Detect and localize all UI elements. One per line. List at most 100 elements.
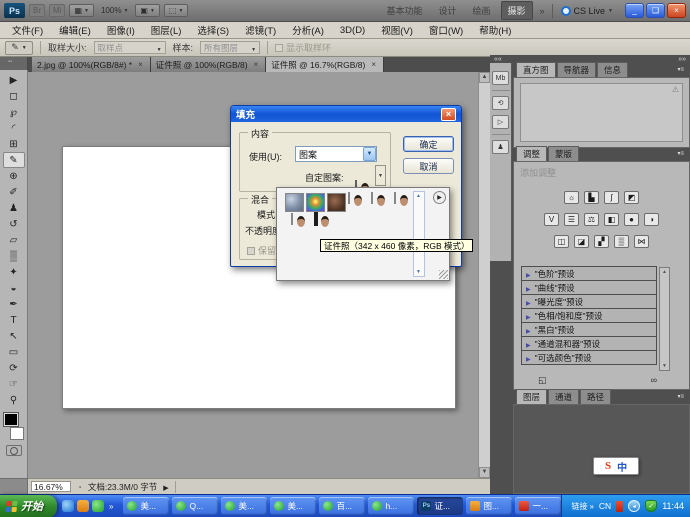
- taskbar-button-6[interactable]: h...: [368, 497, 414, 515]
- panel-switch-icon[interactable]: [538, 375, 547, 386]
- taskbar-button-3[interactable]: 美...: [221, 497, 267, 515]
- vibrance-icon[interactable]: V: [544, 213, 559, 226]
- rock-pattern[interactable]: [327, 193, 346, 212]
- history-icon[interactable]: ⟲: [492, 96, 509, 110]
- mini-bridge-button[interactable]: Mi: [49, 4, 65, 17]
- view-extras-button[interactable]: ▦: [69, 4, 94, 17]
- minimize-button[interactable]: _: [625, 3, 644, 18]
- menu-view[interactable]: 视图(V): [373, 21, 421, 39]
- history-brush-tool[interactable]: ↺: [3, 216, 25, 232]
- tab-navigator[interactable]: 导航器: [557, 62, 597, 77]
- tab-paths[interactable]: 路径: [580, 389, 611, 404]
- taskbar-button-9[interactable]: 一...: [515, 497, 561, 515]
- tray-app-icon[interactable]: [616, 501, 623, 512]
- menu-help[interactable]: 帮助(H): [471, 21, 519, 39]
- sample-dropdown[interactable]: 所有图层: [200, 41, 260, 54]
- sample-size-dropdown[interactable]: 取样点: [94, 41, 166, 54]
- status-zoom-input[interactable]: 16.67%: [31, 481, 71, 492]
- lasso-tool[interactable]: ℘: [3, 104, 25, 120]
- ie-quicklaunch-icon[interactable]: [62, 500, 74, 512]
- hue-saturation-icon[interactable]: ☰: [564, 213, 579, 226]
- close-button[interactable]: ×: [667, 3, 686, 18]
- zoom-level-dropdown[interactable]: 100%: [98, 5, 131, 16]
- expand-triangle-icon[interactable]: [526, 311, 531, 321]
- restore-button[interactable]: ❏: [646, 3, 665, 18]
- quick-selection-tool[interactable]: ◜: [3, 120, 25, 136]
- resize-grip-icon[interactable]: [439, 270, 448, 279]
- rectangle-tool[interactable]: ▭: [3, 344, 25, 360]
- hide-icons-button[interactable]: [628, 500, 640, 512]
- tab-masks[interactable]: 蒙版: [548, 146, 579, 161]
- taskbar-button-1[interactable]: 美...: [123, 497, 169, 515]
- marquee-tool[interactable]: ◻: [3, 88, 25, 104]
- curves-icon[interactable]: ʃ: [604, 191, 619, 204]
- workspace-essentials-button[interactable]: 基本功能: [380, 2, 428, 19]
- toolbox-header[interactable]: [0, 57, 28, 70]
- eyedropper-tool[interactable]: ✎: [3, 152, 25, 168]
- preset-channel-mixer[interactable]: "通道混和器"预设: [521, 336, 657, 351]
- expand-triangle-icon[interactable]: [526, 269, 531, 279]
- taskbar-button-8[interactable]: 图...: [466, 497, 512, 515]
- zoom-tool[interactable]: ⚲: [3, 392, 25, 408]
- tab-close-icon[interactable]: ×: [136, 59, 145, 70]
- photo-filter-icon[interactable]: ●: [624, 213, 639, 226]
- dock-expand-icon[interactable]: »»: [678, 56, 686, 63]
- cs-live-button[interactable]: CS Live: [557, 6, 617, 16]
- id-photo-pattern-selected[interactable]: [314, 212, 318, 226]
- brightness-contrast-icon[interactable]: ☼: [564, 191, 579, 204]
- expand-triangle-icon[interactable]: [526, 283, 531, 293]
- workspace-overflow-button[interactable]: »: [537, 6, 548, 16]
- id-photo-pattern-1[interactable]: [348, 192, 350, 204]
- clouds-pattern[interactable]: [285, 193, 304, 212]
- language-indicator[interactable]: CN: [599, 501, 611, 511]
- dock-collapse-icon[interactable]: ««: [494, 56, 502, 63]
- invert-icon[interactable]: ◫: [554, 235, 569, 248]
- workspace-photography-button[interactable]: 摄影: [501, 1, 533, 20]
- start-button[interactable]: 开始: [0, 495, 57, 517]
- pattern-picker-arrow-icon[interactable]: [375, 165, 386, 186]
- links-toolbar[interactable]: 链接»: [571, 501, 593, 512]
- clone-stamp-tool[interactable]: ♟: [3, 200, 25, 216]
- quick-mask-button[interactable]: [6, 445, 22, 456]
- preset-curves[interactable]: "曲线"预设: [521, 280, 657, 295]
- security-shield-icon[interactable]: [645, 500, 657, 512]
- clone-source-icon[interactable]: ♟: [492, 140, 509, 154]
- scroll-down-icon[interactable]: [479, 467, 490, 478]
- ime-indicator[interactable]: S 中: [593, 457, 639, 475]
- preset-levels[interactable]: "色阶"预设: [521, 266, 657, 281]
- black-white-icon[interactable]: ◧: [604, 213, 619, 226]
- taskbar-button-photoshop[interactable]: Ps证...: [417, 497, 463, 515]
- arrange-documents-button[interactable]: ▣: [135, 4, 160, 17]
- taskbar-button-5[interactable]: 百...: [319, 497, 365, 515]
- animation-icon[interactable]: ▷: [492, 115, 509, 129]
- menu-edit[interactable]: 编辑(E): [51, 21, 99, 39]
- workspace-painting-button[interactable]: 绘画: [466, 2, 496, 19]
- preset-hue-saturation[interactable]: "色相/饱和度"预设: [521, 308, 657, 323]
- tie-dye-pattern[interactable]: [306, 193, 325, 212]
- preset-black-white[interactable]: "黑白"预设: [521, 322, 657, 337]
- levels-icon[interactable]: ▙: [584, 191, 599, 204]
- crop-tool[interactable]: ⊞: [3, 136, 25, 152]
- foreground-color-swatch[interactable]: [4, 413, 18, 426]
- preset-exposure[interactable]: "曝光度"预设: [521, 294, 657, 309]
- id-photo-pattern-2[interactable]: [371, 192, 373, 204]
- taskbar-button-4[interactable]: 美...: [270, 497, 316, 515]
- selective-color-icon[interactable]: ⋈: [634, 235, 649, 248]
- expand-triangle-icon[interactable]: [526, 325, 531, 335]
- eyedropper-preset-button[interactable]: ✎: [5, 41, 33, 55]
- quicklaunch-overflow-icon[interactable]: »: [107, 502, 115, 511]
- cancel-button[interactable]: 取消: [403, 158, 454, 174]
- fill-dialog-title-bar[interactable]: 填充 ×: [231, 106, 461, 122]
- gradient-map-icon[interactable]: ▒: [614, 235, 629, 248]
- panel-clip-icon[interactable]: [651, 375, 657, 385]
- dropdown-arrow-icon[interactable]: [363, 147, 376, 161]
- menu-analysis[interactable]: 分析(A): [284, 21, 332, 39]
- tab-close-icon[interactable]: ×: [252, 59, 261, 70]
- media-quicklaunch-icon[interactable]: [77, 500, 89, 512]
- menu-filter[interactable]: 滤镜(T): [237, 21, 284, 39]
- id-photo-pattern-3[interactable]: [394, 192, 396, 204]
- doc-tab-3-active[interactable]: 证件照 @ 16.7%(RGB/8)×: [266, 57, 384, 72]
- threshold-icon[interactable]: ▞: [594, 235, 609, 248]
- channel-mixer-icon[interactable]: ◑: [644, 213, 659, 226]
- move-tool[interactable]: ▶: [3, 72, 25, 88]
